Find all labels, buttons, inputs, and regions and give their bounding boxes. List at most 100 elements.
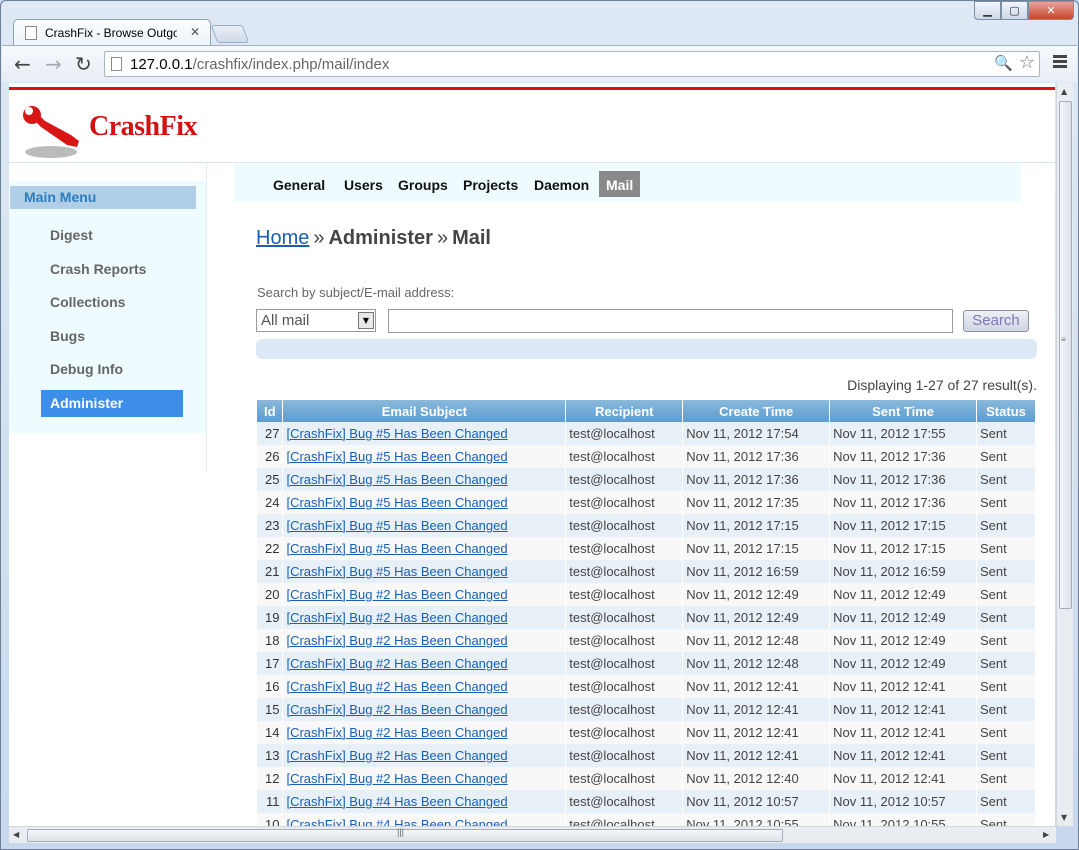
email-subject-link[interactable]: [CrashFix] Bug #2 Has Been Changed	[286, 725, 507, 740]
address-bar[interactable]: 127.0.0.1/crashfix/index.php/mail/index …	[104, 51, 1040, 77]
cell-status: Sent	[976, 560, 1036, 583]
breadcrumb-home-link[interactable]: Home	[256, 227, 309, 249]
search-button[interactable]: Search	[963, 310, 1029, 332]
cell-create-time: Nov 11, 2012 10:55	[682, 813, 831, 826]
forward-icon[interactable]: →	[45, 52, 62, 76]
sidebar-item-administer[interactable]: Administer	[41, 390, 183, 417]
close-window-button[interactable]: ✕	[1028, 1, 1074, 20]
column-header-sent-time[interactable]: Sent Time	[829, 400, 978, 422]
window-controls: ▁ ▢ ✕	[974, 1, 1074, 21]
cell-id: 20	[257, 583, 284, 606]
email-subject-link[interactable]: [CrashFix] Bug #5 Has Been Changed	[286, 564, 507, 579]
cell-id: 12	[257, 767, 284, 790]
scroll-up-icon[interactable]: ▲	[1061, 87, 1067, 96]
cell-recipient: test@localhost	[565, 652, 684, 675]
table-row: 13 [CrashFix] Bug #2 Has Been Changed test…	[257, 744, 1036, 767]
maximize-button[interactable]: ▢	[1001, 1, 1028, 20]
table-row: 26 [CrashFix] Bug #5 Has Been Changed test…	[257, 445, 1036, 468]
cell-sent-time: Nov 11, 2012 12:49	[829, 583, 978, 606]
cell-recipient: test@localhost	[565, 537, 684, 560]
horizontal-scroll-thumb[interactable]	[27, 829, 783, 842]
admin-nav: General Users Groups Projects Daemon Mai…	[234, 164, 1021, 202]
back-icon[interactable]: ←	[14, 52, 31, 76]
email-subject-link[interactable]: [CrashFix] Bug #2 Has Been Changed	[286, 587, 507, 602]
email-subject-link[interactable]: [CrashFix] Bug #5 Has Been Changed	[286, 449, 507, 464]
email-subject-link[interactable]: [CrashFix] Bug #2 Has Been Changed	[286, 656, 507, 671]
minimize-button[interactable]: ▁	[974, 1, 1001, 20]
new-tab-button[interactable]	[210, 25, 250, 43]
cell-id: 25	[257, 468, 284, 491]
cell-id: 14	[257, 721, 284, 744]
sidebar-item-digest[interactable]: Digest	[41, 222, 183, 249]
sidebar-item-bugs[interactable]: Bugs	[41, 323, 183, 350]
sidebar-item-collections[interactable]: Collections	[41, 289, 183, 316]
email-subject-link[interactable]: [CrashFix] Bug #5 Has Been Changed	[286, 518, 507, 533]
cell-sent-time: Nov 11, 2012 12:41	[829, 698, 978, 721]
email-subject-link[interactable]: [CrashFix] Bug #4 Has Been Changed	[286, 794, 507, 809]
mail-filter-select[interactable]: All mail ▼	[256, 309, 376, 332]
cell-create-time: Nov 11, 2012 16:59	[682, 560, 831, 583]
browser-tab[interactable]: CrashFix - Browse Outgoir ✕	[13, 19, 211, 46]
chevron-down-icon[interactable]: ▼	[358, 312, 374, 329]
sidebar-divider	[206, 162, 207, 472]
mail-table: Id Email Subject Recipient Create Time S…	[257, 400, 1036, 826]
cell-status: Sent	[976, 514, 1036, 537]
grip-icon: |||	[397, 827, 405, 837]
scroll-right-icon[interactable]: ▶	[1043, 830, 1049, 839]
email-subject-link[interactable]: [CrashFix] Bug #4 Has Been Changed	[286, 817, 507, 826]
tab-mail[interactable]: Mail	[599, 171, 641, 197]
reload-icon[interactable]: ↻	[75, 52, 92, 76]
zoom-icon[interactable]: 🔍	[994, 54, 1013, 72]
cell-subject: [CrashFix] Bug #5 Has Been Changed	[282, 560, 567, 583]
scroll-down-icon[interactable]: ▼	[1061, 813, 1067, 822]
cell-recipient: test@localhost	[565, 767, 684, 790]
sidebar-item-debug-info[interactable]: Debug Info	[41, 356, 183, 383]
scroll-left-icon[interactable]: ◀	[13, 830, 19, 839]
email-subject-link[interactable]: [CrashFix] Bug #5 Has Been Changed	[286, 426, 507, 441]
email-subject-link[interactable]: [CrashFix] Bug #2 Has Been Changed	[286, 771, 507, 786]
cell-recipient: test@localhost	[565, 491, 684, 514]
vertical-scroll-thumb[interactable]	[1059, 101, 1072, 609]
cell-status: Sent	[976, 606, 1036, 629]
vertical-scrollbar[interactable]: ▲ ≡ ▼	[1056, 83, 1073, 826]
email-subject-link[interactable]: [CrashFix] Bug #2 Has Been Changed	[286, 702, 507, 717]
cell-subject: [CrashFix] Bug #2 Has Been Changed	[282, 652, 567, 675]
email-subject-link[interactable]: [CrashFix] Bug #2 Has Been Changed	[286, 679, 507, 694]
email-subject-link[interactable]: [CrashFix] Bug #5 Has Been Changed	[286, 541, 507, 556]
email-subject-link[interactable]: [CrashFix] Bug #2 Has Been Changed	[286, 610, 507, 625]
column-header-create-time[interactable]: Create Time	[682, 400, 831, 422]
cell-status: Sent	[976, 790, 1036, 813]
breadcrumb-administer: Administer	[328, 227, 433, 249]
page-viewport: CrashFix Main Menu Digest Crash Reports …	[9, 83, 1055, 826]
cell-recipient: test@localhost	[565, 422, 684, 445]
email-subject-link[interactable]: [CrashFix] Bug #5 Has Been Changed	[286, 472, 507, 487]
url-text: 127.0.0.1/crashfix/index.php/mail/index	[130, 56, 390, 73]
tab-projects[interactable]: Projects	[456, 171, 525, 197]
logo[interactable]: CrashFix	[21, 105, 221, 165]
tab-general[interactable]: General	[266, 171, 332, 197]
tab-groups[interactable]: Groups	[391, 171, 455, 197]
cell-status: Sent	[976, 491, 1036, 514]
column-header-recipient[interactable]: Recipient	[565, 400, 684, 422]
cell-recipient: test@localhost	[565, 560, 684, 583]
cell-status: Sent	[976, 721, 1036, 744]
page-icon	[111, 57, 122, 71]
header-divider	[9, 162, 1055, 163]
tab-daemon[interactable]: Daemon	[527, 171, 596, 197]
browser-menu-icon[interactable]	[1053, 55, 1067, 70]
column-header-id[interactable]: Id	[257, 400, 284, 422]
search-input[interactable]	[388, 309, 953, 333]
sidebar-item-crash-reports[interactable]: Crash Reports	[41, 256, 183, 283]
column-header-subject[interactable]: Email Subject	[282, 400, 567, 422]
cell-create-time: Nov 11, 2012 12:48	[682, 652, 831, 675]
horizontal-scrollbar[interactable]: ◀ ||| ▶	[9, 826, 1056, 843]
close-tab-icon[interactable]: ✕	[190, 25, 200, 39]
table-row: 16 [CrashFix] Bug #2 Has Been Changed test…	[257, 675, 1036, 698]
email-subject-link[interactable]: [CrashFix] Bug #5 Has Been Changed	[286, 495, 507, 510]
sidebar: Main Menu Digest Crash Reports Collectio…	[9, 181, 206, 433]
email-subject-link[interactable]: [CrashFix] Bug #2 Has Been Changed	[286, 633, 507, 648]
email-subject-link[interactable]: [CrashFix] Bug #2 Has Been Changed	[286, 748, 507, 763]
tab-users[interactable]: Users	[337, 171, 390, 197]
bookmark-star-icon[interactable]: ☆	[1019, 52, 1035, 73]
column-header-status[interactable]: Status	[976, 400, 1036, 422]
